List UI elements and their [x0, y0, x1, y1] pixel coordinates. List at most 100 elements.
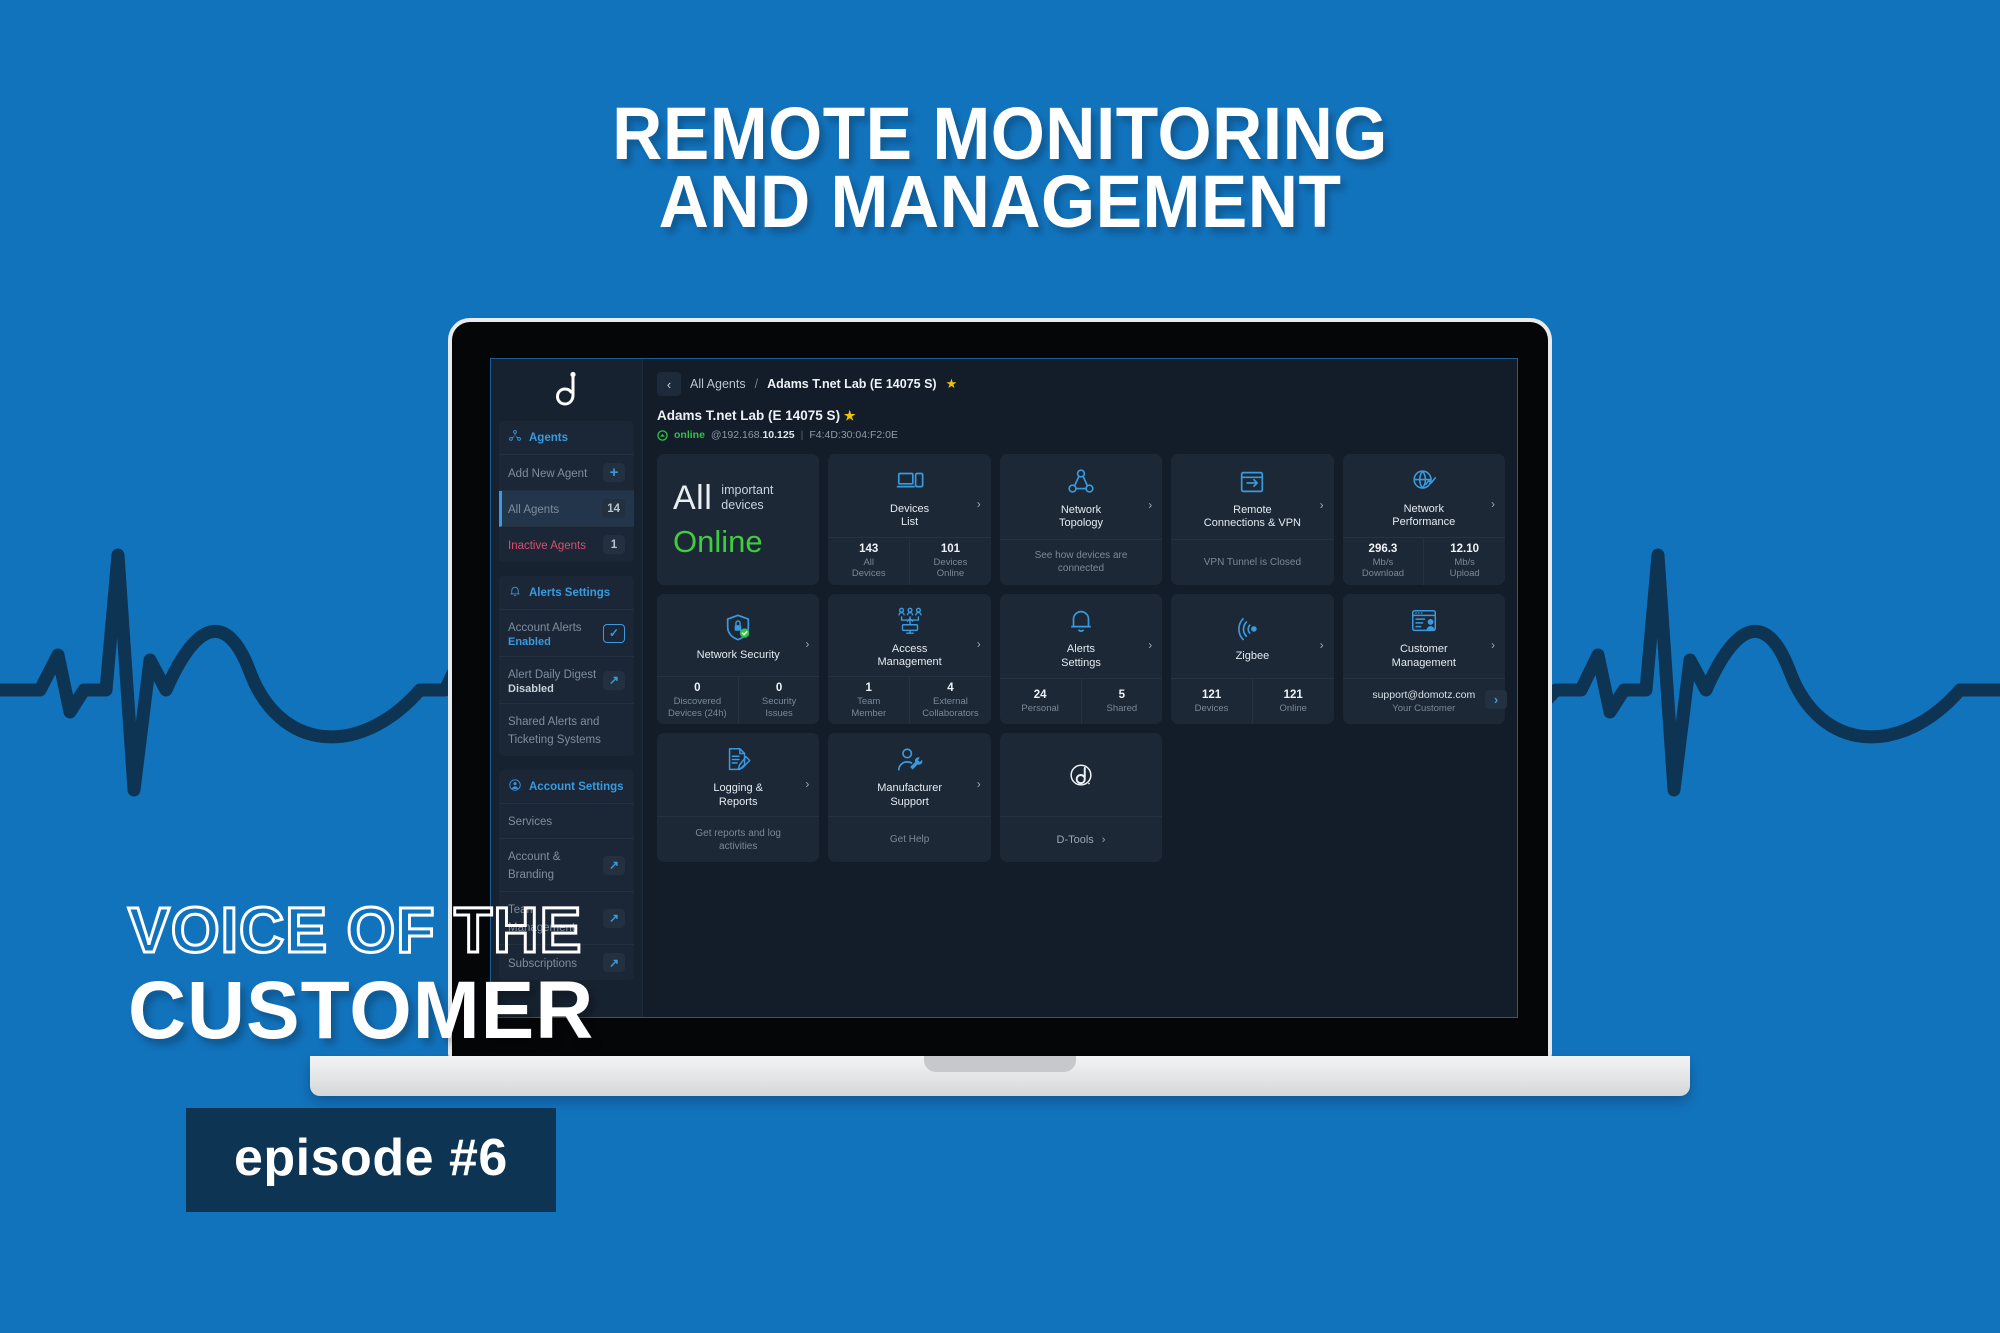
sidebar-item-services[interactable]: Services ›	[499, 690, 1507, 839]
card-manufacturer[interactable]: Manufacturer Support › Get Help	[828, 733, 991, 862]
card-remote[interactable]: Remote Connections & VPN › VPN Tunnel is Cl…	[1171, 454, 1334, 585]
main-content: ‹ All Agents / Adams T.net Lab (E 14075 …	[643, 359, 1517, 1017]
sidebar-item-account-branding[interactable]: Account & Branding ↗	[499, 839, 634, 892]
stat: 12.10 Mb/s Upload	[1423, 537, 1505, 585]
card-title-line-2: Connections & VPN	[1203, 517, 1301, 530]
card-all-important-devices[interactable]: All important devices Online	[657, 454, 820, 585]
stat: 121 Online	[1251, 679, 1334, 725]
card-logging[interactable]: Logging & Reports › Get reports and log acti…	[657, 733, 820, 862]
sidebar-item-badge[interactable]: ↗	[603, 908, 625, 928]
sidebar-item-label: Account & Branding	[508, 851, 561, 881]
sidebar-group: Agents Add New Agent + All Agents 14 Inactive…	[499, 421, 634, 562]
card-title-line-1: Devices	[890, 503, 930, 515]
card-network[interactable]: Network Performance › 296.3 Mb/s Download 12.1…	[1342, 454, 1505, 585]
laptop-mockup: Agents Add New Agent + All Agents 14 Inactive…	[310, 318, 1690, 1096]
remote-vpn-icon	[1237, 465, 1267, 499]
chevron-right-icon[interactable]: ›	[1491, 497, 1495, 511]
chevron-right-icon[interactable]: ›	[977, 777, 981, 791]
card-title-line-1: Remote	[1233, 503, 1272, 516]
card-devices[interactable]: Devices List › 143 All Devices 101 Devices Onlin…	[828, 454, 991, 585]
sidebar-item-label: Inactive Agents	[508, 539, 586, 552]
stat: 4 External Collaborators	[909, 677, 991, 725]
chevron-right-icon[interactable]: ›	[805, 637, 809, 651]
domotz-logo-icon[interactable]	[491, 359, 642, 421]
sidebar-item-badge[interactable]: 1	[603, 535, 625, 554]
breadcrumb-parent[interactable]: All Agents	[690, 377, 746, 391]
chevron-right-icon[interactable]: ›	[1320, 638, 1324, 652]
headline-line-1: REMOTE MONITORING	[612, 92, 1388, 175]
sidebar-item-account-alerts[interactable]: Account Alerts Enabled ✓	[499, 610, 634, 657]
sidebar-item-alert-daily-digest[interactable]: Alert Daily Digest Disabled ↗	[499, 657, 634, 704]
back-button[interactable]: ‹	[657, 372, 681, 396]
chevron-right-icon[interactable]: ›	[977, 637, 981, 651]
agent-ip-suffix: 10.125	[762, 429, 795, 441]
card-customer[interactable]: Customer Management › support@domotz.com You…	[1342, 593, 1505, 725]
chevron-right-icon[interactable]: ›	[1148, 498, 1152, 512]
stat-value: 296.3	[1368, 542, 1398, 555]
stat-label-line-1: Devices	[1194, 702, 1229, 714]
sidebar-item-badge[interactable]: ↗	[603, 953, 625, 972]
card-d-tools[interactable]: D-Tools ›	[999, 733, 1163, 862]
card-footer-line-2: activities	[719, 840, 758, 852]
poster-headline: REMOTE MONITORING AND MANAGEMENT	[60, 92, 1940, 238]
stat-value: 0	[775, 682, 783, 695]
card-access[interactable]: Access Management › 1 Team Member 4 External Col…	[828, 593, 991, 725]
stat-label-line-1: Team	[857, 696, 881, 708]
agents-icon	[508, 429, 522, 446]
laptop-notch	[924, 1056, 1076, 1072]
sidebar-item-label: Account Alerts	[508, 622, 582, 634]
card-footer: Get reports and log activities	[657, 816, 820, 862]
sidebar-item-shared-alerts-and-ticketing-systems[interactable]: Shared Alerts and Ticketing Systems›	[499, 690, 1507, 756]
laptop-lid: Agents Add New Agent + All Agents 14 Inactive…	[448, 318, 1552, 1058]
sidebar-item-label: Services	[508, 816, 553, 828]
sidebar-item-all-agents[interactable]: All Agents 14	[499, 491, 634, 527]
stat-label-line-2: Member	[851, 707, 887, 719]
sidebar-group-label: Alerts Settings	[529, 586, 611, 599]
favorite-star-icon[interactable]: ★	[946, 376, 958, 392]
page-favorite-star-icon[interactable]: ★	[844, 408, 856, 423]
card-title: Logging & Reports	[713, 782, 763, 809]
chevron-right-icon[interactable]: ›	[1148, 638, 1152, 652]
card-alerts[interactable]: Alerts Settings › 24 Personal 5 Shared	[999, 593, 1163, 725]
page-title: Adams T.net Lab (E 14075 S) ★	[657, 408, 1505, 424]
sidebar-item-badge[interactable]: ↗	[603, 855, 625, 875]
chevron-right-icon[interactable]: ›	[805, 777, 809, 791]
card-footer-text: Get reports and log activities	[657, 817, 819, 862]
card-network[interactable]: Network Topology › See how devices are conne…	[999, 454, 1163, 585]
sidebar-item-add-new-agent[interactable]: Add New Agent +	[499, 455, 634, 491]
card-zigbee[interactable]: Zigbee › 121 Devices 121 Online	[1171, 593, 1334, 725]
dtools-link[interactable]: D-Tools ›	[1000, 817, 1162, 862]
chevron-right-icon[interactable]: ›	[977, 497, 981, 511]
card-title: Zigbee	[1236, 650, 1270, 663]
stat-label-line-1: Devices	[933, 556, 968, 568]
chevron-right-icon[interactable]: ›	[1320, 498, 1324, 512]
sidebar-group-label: Account Settings	[529, 780, 624, 793]
stat: 143 All Devices	[828, 538, 909, 585]
sidebar-item-inactive-agents[interactable]: Inactive Agents 1	[499, 527, 634, 562]
page-title-text: Adams T.net Lab (E 14075 S)	[657, 408, 841, 423]
chevron-right-icon[interactable]: ›	[1102, 834, 1106, 846]
breadcrumb-separator: /	[754, 377, 759, 391]
network-performance-icon	[1409, 464, 1439, 498]
sidebar-item-badge[interactable]: ↗	[603, 670, 625, 690]
sidebar-group-header-alerts-settings[interactable]: Alerts Settings	[499, 576, 634, 610]
stat-value: 121	[1201, 688, 1222, 701]
sidebar-item-badge[interactable]: ✓	[602, 623, 625, 643]
card-title-line-1: Network	[1060, 503, 1102, 516]
sidebar-item-badge[interactable]: 14	[602, 499, 625, 518]
stat-label: Personal	[1021, 703, 1059, 714]
alerts-bell-icon	[1066, 604, 1096, 638]
card-footer-line-1: Get Help	[889, 834, 930, 845]
sidebar-group-header-account-settings[interactable]: Account Settings	[499, 770, 634, 804]
card-title: Network Security	[697, 649, 780, 662]
chevron-right-icon[interactable]: ›	[1491, 638, 1495, 652]
sidebar-item-badge[interactable]: +	[603, 463, 625, 482]
stat-label-line-2: Devices	[851, 568, 886, 580]
card-network-security[interactable]: Network Security › 0 Discovered Devices (24h…	[657, 593, 820, 725]
stat: 5 Shared	[1080, 679, 1163, 725]
card-footer-line-2: connected	[1057, 563, 1105, 575]
stat-label-line-1: All	[863, 556, 875, 568]
card-stats: 1 Team Member 4 External Collaborators	[828, 676, 991, 725]
sidebar-group-header-agents[interactable]: Agents	[499, 421, 634, 455]
agent-ip: @192.168.10.125	[711, 429, 795, 441]
